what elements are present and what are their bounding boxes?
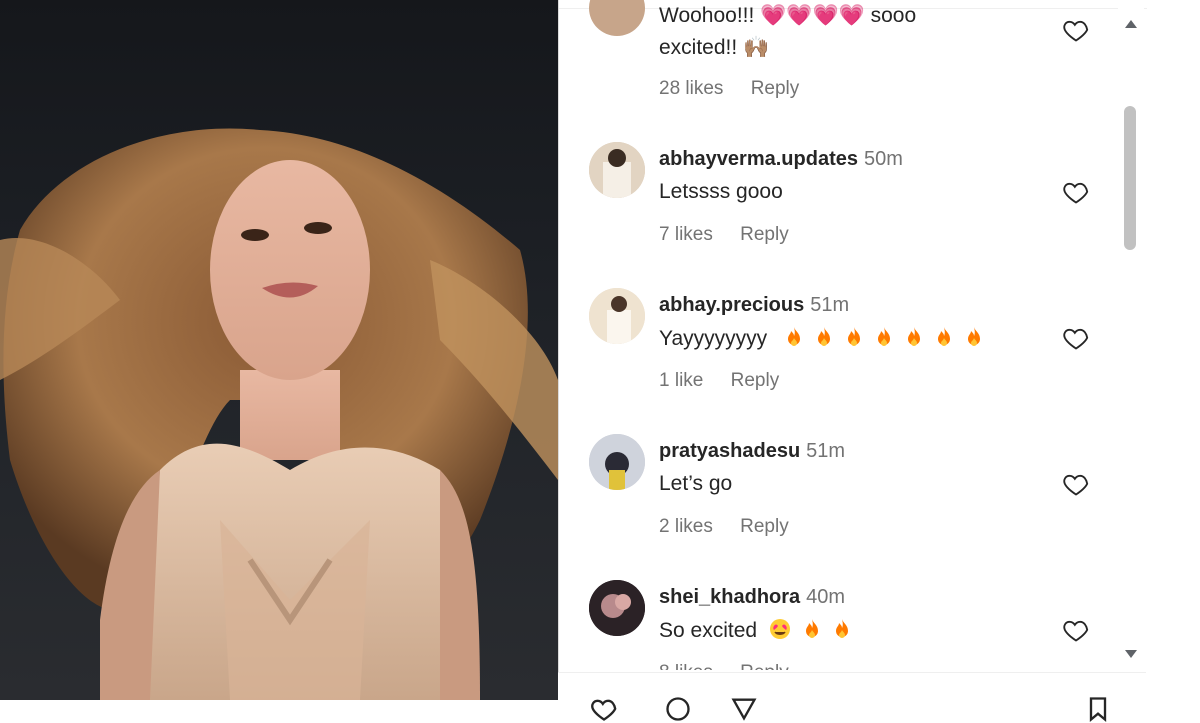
reply-button[interactable]: Reply — [731, 370, 780, 391]
share-icon[interactable] — [730, 695, 758, 723]
fire-emoji — [835, 619, 848, 638]
comment-meta: 28 likes Reply — [659, 78, 799, 100]
comment-header: shei_khadhora 40m — [659, 586, 845, 609]
comment-text: So excited — [659, 618, 851, 643]
scroll-down-arrow-icon[interactable] — [1124, 648, 1138, 660]
comments-list[interactable]: Woohoo!!! 💗💗💗💗 sooo excited!! 🙌🏽 28 like… — [559, 0, 1119, 670]
like-heart-icon[interactable] — [590, 695, 618, 723]
comment-text: Woohoo!!! 💗💗💗💗 sooo — [659, 4, 917, 27]
comment-time: 40m — [806, 586, 846, 608]
likes-count[interactable]: 2 likes — [659, 516, 713, 537]
save-bookmark-icon[interactable] — [1084, 695, 1112, 723]
fire-emoji — [907, 327, 920, 346]
post-action-bar — [558, 672, 1146, 722]
comment-time: 50m — [863, 148, 903, 170]
fire-emoji — [937, 327, 950, 346]
comment-text: Let’s go — [659, 472, 733, 495]
avatar[interactable] — [589, 0, 645, 36]
fire-emoji — [817, 327, 830, 346]
comments-scrollbar[interactable] — [1118, 0, 1144, 670]
comment-text: Yayyyyyyyy — [659, 326, 983, 351]
comment-meta: 1 like Reply — [659, 370, 779, 392]
likes-count[interactable]: 28 likes — [659, 78, 723, 99]
comment-meta: 8 likes Reply — [659, 662, 789, 670]
scroll-up-arrow-icon[interactable] — [1124, 18, 1138, 30]
avatar[interactable] — [589, 580, 645, 636]
avatar[interactable] — [589, 142, 645, 198]
comment-bubble-icon[interactable] — [664, 695, 692, 723]
comments-panel: Woohoo!!! 💗💗💗💗 sooo excited!! 🙌🏽 28 like… — [558, 0, 1147, 700]
fire-emoji — [787, 327, 800, 346]
scrollbar-thumb[interactable] — [1124, 106, 1136, 250]
heart-icon[interactable] — [1061, 178, 1091, 206]
comment-header: abhayverma.updates 50m — [659, 148, 903, 171]
comment-text-continued: excited!! 🙌🏽 — [659, 36, 770, 59]
fire-emoji — [805, 619, 818, 638]
comment-header: abhay.precious 51m — [659, 294, 849, 317]
comment-text: Letssss gooo — [659, 180, 783, 203]
reply-button[interactable]: Reply — [751, 78, 800, 99]
fire-emoji — [847, 327, 860, 346]
reply-button[interactable]: Reply — [740, 516, 789, 537]
avatar[interactable] — [589, 434, 645, 490]
comment-time: 51m — [810, 294, 850, 316]
likes-count[interactable]: 7 likes — [659, 224, 713, 245]
avatar[interactable] — [589, 288, 645, 344]
username[interactable]: abhayverma.updates — [659, 148, 858, 170]
username[interactable]: pratyashadesu — [659, 440, 800, 462]
username[interactable]: shei_khadhora — [659, 586, 800, 608]
likes-count[interactable]: 8 likes — [659, 662, 713, 670]
comment-meta: 7 likes Reply — [659, 224, 789, 246]
post-photo — [0, 0, 558, 700]
reply-button[interactable]: Reply — [740, 224, 789, 245]
heart-icon[interactable] — [1061, 470, 1091, 498]
fire-emoji — [877, 327, 890, 346]
likes-count[interactable]: 1 like — [659, 370, 703, 391]
comment-time: 51m — [806, 440, 846, 462]
heart-icon[interactable] — [1061, 16, 1091, 44]
username[interactable]: abhay.precious — [659, 294, 804, 316]
comment-header: pratyashadesu 51m — [659, 440, 845, 463]
comment-meta: 2 likes Reply — [659, 516, 789, 538]
heart-eyes-emoji — [769, 619, 790, 639]
heart-icon[interactable] — [1061, 616, 1091, 644]
reply-button[interactable]: Reply — [740, 662, 789, 670]
fire-emoji — [967, 327, 980, 346]
heart-icon[interactable] — [1061, 324, 1091, 352]
